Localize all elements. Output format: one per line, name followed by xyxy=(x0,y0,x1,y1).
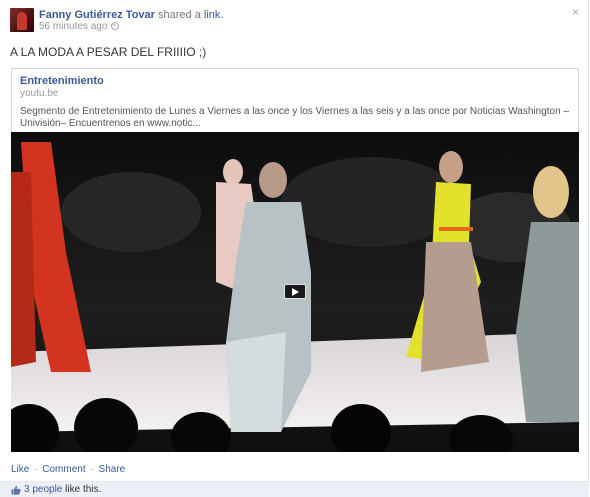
play-icon xyxy=(292,288,299,296)
story-meta: 56 minutes ago xyxy=(39,21,120,32)
likes-suffix: like this. xyxy=(65,484,102,495)
likes-count[interactable]: 3 people xyxy=(24,484,62,495)
timestamp[interactable]: 56 minutes ago xyxy=(39,21,107,32)
action-separator: · xyxy=(90,464,94,475)
link-description: Segmento de Entretenimiento de Lunes a V… xyxy=(20,106,570,129)
avatar-figure xyxy=(17,12,27,30)
link-preview[interactable]: Entretenimiento youtu.be Segmento de Ent… xyxy=(11,68,579,133)
video-thumbnail[interactable] xyxy=(11,132,579,452)
story-header: Fanny Gutiérrez Tovar shared a link. xyxy=(39,9,223,21)
action-separator: · xyxy=(34,464,38,475)
link-domain: youtu.be xyxy=(20,88,59,99)
author-name[interactable]: Fanny Gutiérrez Tovar xyxy=(39,9,155,21)
globe-icon xyxy=(111,22,120,30)
comment-link[interactable]: Comment xyxy=(42,464,85,475)
close-icon[interactable]: × xyxy=(572,6,579,18)
like-link[interactable]: Like xyxy=(11,464,29,475)
shared-text: shared a xyxy=(158,9,201,21)
story-actions: Like · Comment · Share xyxy=(11,464,125,475)
likes-summary: 3 people like this. xyxy=(24,484,101,495)
play-button[interactable] xyxy=(284,284,306,299)
shared-link-word[interactable]: link. xyxy=(204,9,224,21)
status-message: A LA MODA A PESAR DEL FRIIIIO ;) xyxy=(10,45,207,59)
likes-bar: 3 people like this. xyxy=(0,481,589,497)
thumbs-up-icon xyxy=(11,485,21,495)
feed-story: Fanny Gutiérrez Tovar shared a link. 56 … xyxy=(0,0,590,497)
share-link[interactable]: Share xyxy=(99,464,126,475)
avatar[interactable] xyxy=(10,8,34,32)
link-title[interactable]: Entretenimiento xyxy=(20,75,104,87)
